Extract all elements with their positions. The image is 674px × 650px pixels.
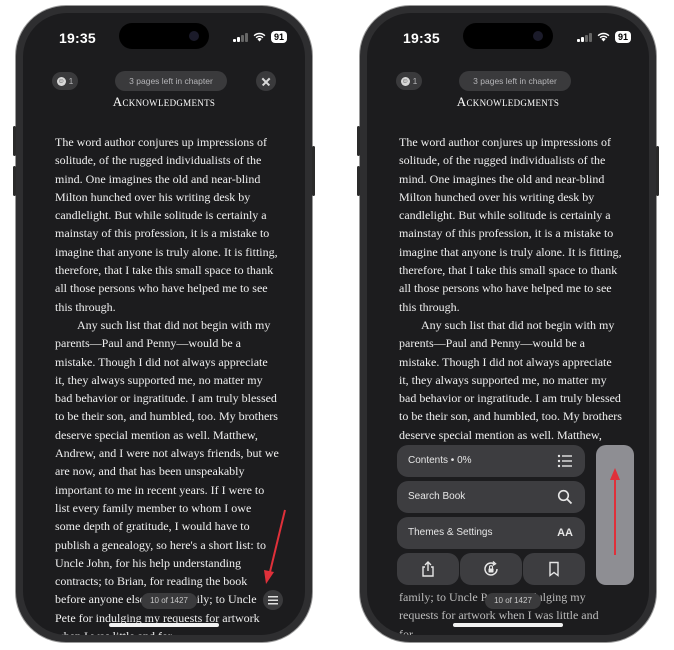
annotation-arrow-right [610,468,620,555]
